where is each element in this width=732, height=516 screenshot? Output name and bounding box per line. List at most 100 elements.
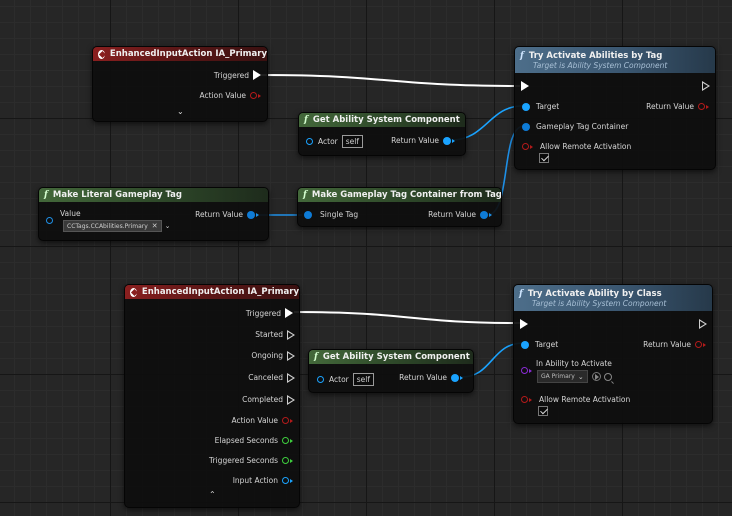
node-header[interactable]: EnhancedInputAction IA_Primary <box>93 47 267 61</box>
collapse-chevron-icon[interactable]: ⌄ <box>177 107 184 116</box>
pin-actor[interactable]: Actor self <box>306 135 363 148</box>
pin-ongoing[interactable]: Ongoing <box>251 351 295 361</box>
event-node-ia-primary-top[interactable]: EnhancedInputAction IA_Primary Triggered… <box>92 46 268 122</box>
pin-action-value[interactable]: Action Value <box>200 91 261 100</box>
pin-return-value[interactable]: Return Value <box>643 340 706 349</box>
pin-return-value[interactable]: Return Value <box>195 210 259 219</box>
exec-in-pin[interactable] <box>520 319 528 329</box>
object-pin-icon[interactable] <box>443 136 451 145</box>
pin-triggered[interactable]: Triggered <box>214 70 261 80</box>
collapse-chevron-up-icon[interactable]: ⌃ <box>209 490 216 499</box>
object-pin-icon[interactable] <box>522 102 530 111</box>
node-header[interactable]: EnhancedInputAction IA_Primary <box>125 285 299 299</box>
node-header[interactable]: f Make Gameplay Tag Container from Tag <box>298 188 501 202</box>
pin-completed[interactable]: Completed <box>242 395 295 405</box>
pin-gameplay-tag-container[interactable]: Gameplay Tag Container <box>522 122 628 131</box>
exec-out-pin-icon[interactable] <box>699 319 707 329</box>
exec-pin-icon[interactable] <box>520 319 528 329</box>
node-header[interactable]: f Get Ability System Component <box>309 350 473 364</box>
exec-out-pin-icon[interactable] <box>702 81 710 91</box>
bool-pin-icon[interactable] <box>250 92 257 99</box>
exec-pin-icon[interactable] <box>285 308 293 318</box>
function-node-make-tag-container[interactable]: f Make Gameplay Tag Container from Tag Si… <box>297 187 502 227</box>
pin-class-label: In Ability to Activate <box>536 359 612 368</box>
self-field[interactable]: self <box>341 135 363 148</box>
checkbox-checked-icon[interactable] <box>538 406 548 416</box>
pin-return-value[interactable]: Return Value <box>391 136 455 145</box>
exec-pin-icon[interactable] <box>287 351 295 361</box>
function-node-get-asc-top[interactable]: f Get Ability System Component Actor self … <box>298 112 466 156</box>
float-pin-icon[interactable] <box>282 437 289 444</box>
class-combo[interactable]: GA Primary ⌄ <box>537 370 588 383</box>
exec-pin-icon[interactable] <box>287 330 295 340</box>
function-f-icon: f <box>520 50 524 61</box>
pin-single-tag[interactable]: Single Tag <box>304 210 358 219</box>
pin-triggered-seconds[interactable]: Triggered Seconds <box>209 456 293 465</box>
pin-allow-remote-activation[interactable]: Allow Remote Activation <box>521 395 630 404</box>
pin-target[interactable]: Target <box>521 340 558 349</box>
object-pin-icon[interactable] <box>306 138 313 145</box>
pin-return-value[interactable]: Return Value <box>646 102 709 111</box>
function-node-try-activate-ability-by-class[interactable]: f Try Activate Ability by Class Target is… <box>513 284 713 424</box>
bool-pin-icon[interactable] <box>698 103 705 110</box>
struct-pin-icon[interactable] <box>480 210 488 219</box>
object-pin-icon[interactable] <box>317 376 324 383</box>
pin-input-action[interactable]: Input Action <box>233 476 293 485</box>
exec-pin-icon[interactable] <box>287 395 295 405</box>
pin-arrow-icon <box>460 375 463 380</box>
exec-out-pin[interactable] <box>699 319 707 329</box>
struct-pin-icon[interactable] <box>46 217 53 224</box>
allow-remote-checkbox[interactable] <box>539 153 549 163</box>
search-icon[interactable] <box>603 372 612 381</box>
bool-pin-icon[interactable] <box>521 396 528 403</box>
function-node-make-literal-gameplay-tag[interactable]: f Make Literal Gameplay Tag Value CCTags.… <box>38 187 269 241</box>
class-picker[interactable]: GA Primary ⌄ <box>537 370 612 383</box>
function-node-try-activate-abilities-by-tag[interactable]: f Try Activate Abilities by Tag Target is… <box>514 46 716 170</box>
function-node-get-asc-bottom[interactable]: f Get Ability System Component Actor self … <box>308 349 474 393</box>
allow-remote-checkbox[interactable] <box>538 406 548 416</box>
tag-chip-label: CCTags.CCAbilities.Primary <box>67 222 148 230</box>
pin-target[interactable]: Target <box>522 102 559 111</box>
pin-return-value[interactable]: Return Value <box>399 373 463 382</box>
pin-elapsed-seconds[interactable]: Elapsed Seconds <box>215 436 293 445</box>
exec-in-pin[interactable] <box>521 81 529 91</box>
class-pin-icon[interactable] <box>521 367 528 374</box>
node-header[interactable]: f Try Activate Ability by Class Target is… <box>514 285 712 311</box>
chevron-down-icon[interactable]: ⌄ <box>165 222 171 230</box>
float-pin-icon[interactable] <box>282 457 289 464</box>
pin-canceled[interactable]: Canceled <box>248 373 295 383</box>
bool-pin-icon[interactable] <box>282 417 289 424</box>
object-pin-icon[interactable] <box>282 477 289 484</box>
node-header[interactable]: f Try Activate Abilities by Tag Target is… <box>515 47 715 73</box>
exec-out-pin[interactable] <box>702 81 710 91</box>
bool-pin-icon[interactable] <box>695 341 702 348</box>
struct-pin-icon[interactable] <box>304 210 312 219</box>
pin-return-value[interactable]: Return Value <box>428 210 492 219</box>
pin-action-value[interactable]: Action Value <box>232 416 293 425</box>
exec-pin-icon[interactable] <box>287 373 295 383</box>
bool-pin-icon[interactable] <box>522 143 529 150</box>
function-f-icon: f <box>304 115 308 125</box>
node-header[interactable]: f Make Literal Gameplay Tag <box>39 188 268 202</box>
event-node-ia-primary-bottom[interactable]: EnhancedInputAction IA_Primary Triggered… <box>124 284 300 508</box>
chevron-down-icon[interactable]: ⌄ <box>578 373 584 381</box>
node-header[interactable]: f Get Ability System Component <box>299 113 465 127</box>
pin-started[interactable]: Started <box>255 330 295 340</box>
struct-pin-icon[interactable] <box>247 210 255 219</box>
checkbox-checked-icon[interactable] <box>539 153 549 163</box>
browse-arrow-icon[interactable] <box>591 372 601 381</box>
pin-value[interactable] <box>46 217 53 224</box>
object-pin-icon[interactable] <box>521 340 529 349</box>
tag-chip[interactable]: CCTags.CCAbilities.Primary ✕ <box>63 220 162 232</box>
exec-pin-icon[interactable] <box>521 81 529 91</box>
pin-allow-remote-activation[interactable]: Allow Remote Activation <box>522 142 631 151</box>
clear-icon[interactable]: ✕ <box>152 222 158 230</box>
self-field[interactable]: self <box>352 373 374 386</box>
exec-pin-icon[interactable] <box>253 70 261 80</box>
pin-actor[interactable]: Actor self <box>317 373 374 386</box>
pin-in-ability-to-activate[interactable] <box>521 367 532 374</box>
struct-pin-icon[interactable] <box>522 122 530 131</box>
pin-triggered[interactable]: Triggered <box>246 308 293 318</box>
object-pin-icon[interactable] <box>451 373 459 382</box>
tag-value-field[interactable]: CCTags.CCAbilities.Primary ✕ ⌄ <box>63 220 171 232</box>
